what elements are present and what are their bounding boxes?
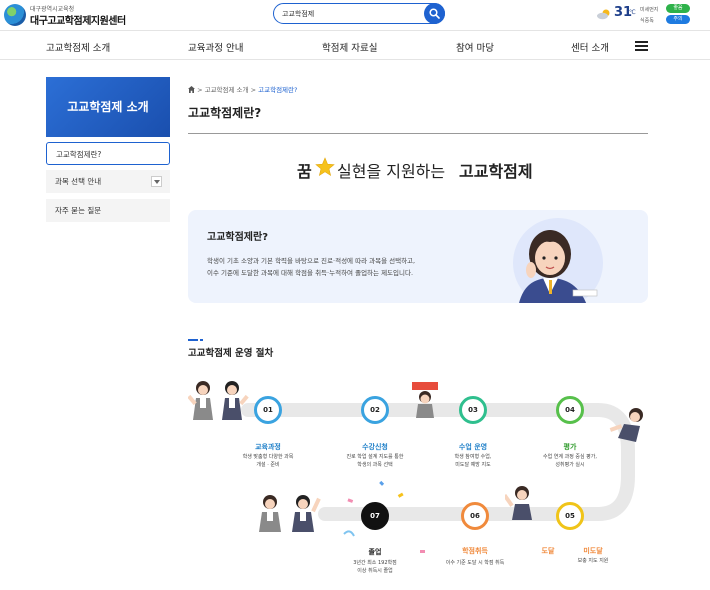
nav-item-center[interactable]: 센터 소개 (571, 40, 609, 54)
step-desc-03: 학생 참여형 수업, 미도달 예방 지도 (454, 454, 492, 468)
breadcrumb-item[interactable]: 고교학점제 소개 (205, 86, 249, 94)
site-header: 대구광역시교육청 대구고교학점제지원센터 31 ℃ 미세먼지 좋음 식중독 주의 (0, 0, 710, 30)
section-accent (188, 339, 198, 341)
nav-item-resources[interactable]: 학점제 자료실 (322, 40, 377, 54)
intro-box: 고교학점제란? 학생이 기초 소양과 기본 학력을 바탕으로 진로·적성에 따라… (188, 210, 648, 303)
step-circle-03: 03 (459, 396, 487, 424)
step-title-03: 수업 운영 (458, 443, 488, 451)
step-title-07: 졸업 (368, 548, 382, 556)
step-circle-04: 04 (556, 396, 584, 424)
step-circle-02: 02 (361, 396, 389, 424)
step-title-04: 평가 (563, 443, 577, 451)
headline-dream: 꿈 (297, 162, 312, 181)
title-divider (188, 133, 648, 134)
weather-unit: ℃ (629, 9, 636, 16)
student-cheer-illustration (505, 486, 532, 520)
home-icon[interactable] (188, 86, 195, 93)
step-circle-01: 01 (254, 396, 282, 424)
intro-text-line: 학생이 기초 소양과 기본 학력을 바탕으로 진로·적성에 따라 과목을 선택하… (207, 257, 416, 265)
section-title: 고교학점제 운영 절차 (188, 348, 274, 359)
step-title-01: 교육과정 (255, 443, 281, 451)
air-label-dust: 미세먼지 (640, 7, 659, 13)
process-diagram: 01 교육과정 학생 맞춤형 다양한 과목 개설 · 준비 02 수강신청 진로… (0, 360, 710, 590)
breadcrumb-current: 고교학점제란? (258, 86, 298, 94)
students-illustration (188, 381, 249, 420)
branch-not-reach-desc: 보충 지도 지원 (577, 558, 609, 564)
intro-text-line: 이수 기준에 도달한 과목에 대해 학점을 취득·누적하여 졸업하는 제도입니다… (207, 269, 414, 277)
sidebar-item-subject-guide[interactable]: 과목 선택 안내 (46, 170, 170, 193)
step-title-06: 학점취득 (462, 547, 488, 555)
step-desc-01: 학생 맞춤형 다양한 과목 개설 · 준비 (242, 454, 294, 468)
graduates-illustration (259, 495, 321, 532)
breadcrumb: > 고교학점제 소개 > 고교학점제란? (188, 84, 297, 94)
main-nav: 고교학점제 소개 교육과정 안내 학점제 자료실 참여 마당 센터 소개 (0, 30, 710, 60)
step-desc-06: 이수 기준 도달 시 학점 취득 (445, 560, 505, 566)
branch-not-reach: 미도달 (583, 547, 603, 555)
search-button[interactable] (424, 3, 445, 24)
sidebar-item-what-is[interactable]: 고교학점제란? (46, 142, 170, 165)
air-badge-food: 주의 (666, 15, 690, 24)
air-label-food: 식중독 (640, 18, 654, 24)
step-title-02: 수강신청 (362, 443, 388, 451)
page-title: 고교학점제란? (188, 106, 262, 120)
headline-highlight: 고교학점제 (459, 162, 533, 181)
step-circle-06: 06 (461, 502, 489, 530)
air-badge-dust: 좋음 (666, 4, 690, 13)
intro-title: 고교학점제란? (207, 232, 269, 243)
step-desc-04: 수업 연계 과정 중심 평가, 성취평가 실시 (543, 454, 597, 468)
nav-item-curriculum[interactable]: 교육과정 안내 (188, 40, 243, 54)
student-book-illustration (412, 382, 438, 418)
globe-logo-icon (4, 4, 26, 26)
nav-item-participation[interactable]: 참여 마당 (456, 40, 494, 54)
student-running-illustration (609, 408, 643, 442)
menu-icon[interactable] (635, 41, 648, 51)
branch-reach: 도달 (541, 547, 555, 555)
step-desc-02: 진로 학업 설계 지도를 통한 학생의 과목 선택 (346, 454, 404, 468)
step-circle-07: 07 (361, 502, 389, 530)
section-accent (200, 339, 203, 341)
sidebar-title: 고교학점제 소개 (46, 77, 170, 137)
logo-title: 대구고교학점제지원센터 (30, 16, 126, 27)
nav-item-intro[interactable]: 고교학점제 소개 (46, 40, 110, 54)
student-illustration (513, 218, 603, 303)
search-icon (429, 8, 440, 19)
search-input[interactable] (282, 7, 422, 20)
chevron-down-icon[interactable] (151, 176, 162, 187)
star-icon (315, 157, 335, 177)
partly-cloudy-icon (597, 9, 610, 20)
headline-middle: 실현을 지원하는 (337, 162, 446, 181)
sidebar-item-label: 과목 선택 안내 (55, 177, 102, 186)
site-logo[interactable]: 대구광역시교육청 대구고교학점제지원센터 (4, 3, 134, 27)
sidebar-item-faq[interactable]: 자주 묻는 질문 (46, 199, 170, 222)
step-circle-05: 05 (556, 502, 584, 530)
step-desc-07: 3년간 최소 192학점 이상 취득시 졸업 (353, 560, 397, 574)
search-box (273, 3, 445, 24)
